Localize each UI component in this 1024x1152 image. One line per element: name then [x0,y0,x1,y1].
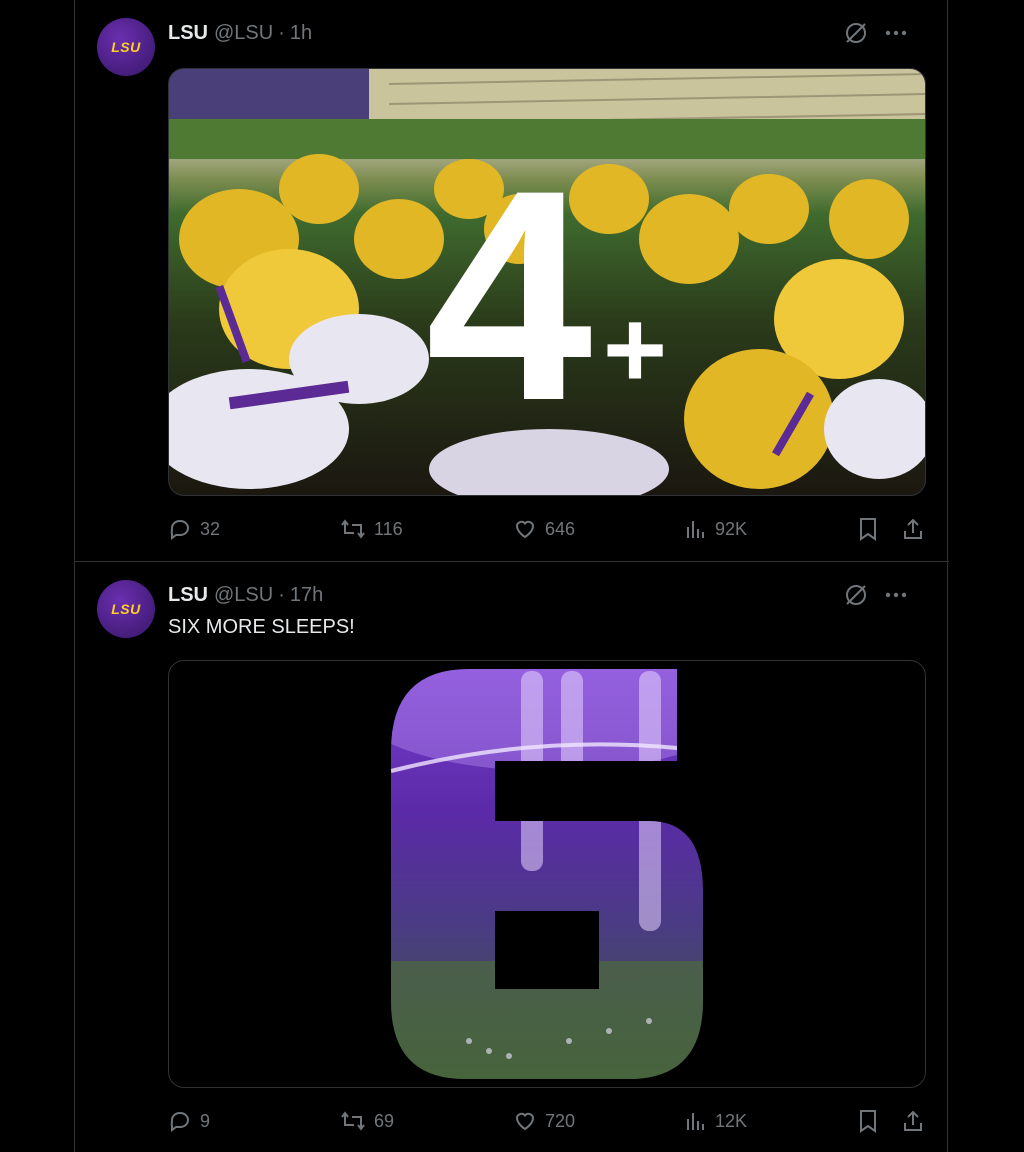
heart-icon [515,520,535,539]
tweet[interactable]: LSU LSU @LSU · 1h 4 + 32 116 646 92K [75,0,949,562]
like-count: 646 [545,518,576,539]
timeline: LSU LSU @LSU · 1h 4 + 32 116 646 92K LSU… [74,0,949,1152]
tweet-text: SIX MORE SLEEPS! [168,616,355,638]
tweet-media-image[interactable]: 4 + [168,68,926,496]
bookmark-icon [860,1110,876,1133]
grok-icon[interactable] [843,20,869,46]
header-actions [843,20,907,46]
tweet[interactable]: LSU LSU @LSU · 17h SIX MORE SLEEPS! 9 69… [75,562,949,1152]
tweet-media-image[interactable] [168,660,926,1088]
repost-icon [341,1111,365,1131]
more-options-icon[interactable] [885,592,907,598]
reply-button[interactable]: 32 [168,517,220,541]
tweet-header: LSU @LSU · 17h [168,582,929,608]
avatar-logo-text: LSU [111,601,141,617]
views-button[interactable]: 92K [685,518,747,540]
share-icon [904,518,922,539]
repost-button[interactable]: 116 [340,517,403,541]
views-count: 12K [715,1110,748,1131]
action-bar: 9 69 720 12K [168,1108,927,1134]
reply-button[interactable]: 9 [168,1109,210,1133]
separator-dot: · [278,583,285,606]
action-bar: 32 116 646 92K [168,516,927,542]
share-button[interactable] [902,517,924,541]
reply-count: 9 [200,1110,211,1131]
avatar[interactable]: LSU [97,18,155,76]
heart-icon [515,1112,535,1131]
user-handle[interactable]: @LSU [214,22,273,45]
views-icon [687,521,704,538]
display-name[interactable]: LSU [168,584,208,607]
views-count: 92K [715,518,748,539]
share-icon [904,1110,922,1131]
tweet-header: LSU @LSU · 1h [168,20,929,46]
user-handle[interactable]: @LSU [214,584,273,607]
number-six-stadium-graphic-icon [391,669,703,1079]
share-button[interactable] [902,1109,924,1133]
separator-dot: · [278,21,285,44]
views-icon [687,1113,704,1130]
overlay-suffix: + [603,288,667,411]
like-button[interactable]: 646 [513,517,575,541]
views-button[interactable]: 12K [685,1110,747,1132]
reply-icon [170,1111,190,1132]
avatar-logo-text: LSU [111,39,141,55]
bookmark-button[interactable] [858,1109,878,1133]
reply-count: 32 [200,518,221,539]
timestamp[interactable]: 17h [290,584,323,607]
like-button[interactable]: 720 [513,1109,575,1133]
avatar[interactable]: LSU [97,580,155,638]
header-actions [843,582,907,608]
more-options-icon[interactable] [885,30,907,36]
repost-icon [341,519,365,539]
reply-icon [170,519,190,540]
repost-count: 69 [374,1110,395,1131]
grok-icon[interactable] [843,582,869,608]
timestamp[interactable]: 1h [290,22,312,45]
display-name[interactable]: LSU [168,22,208,45]
football-huddle-photo-icon: 4 + [169,69,925,495]
like-count: 720 [545,1110,576,1131]
overlay-number: 4 [426,127,595,463]
repost-button[interactable]: 69 [340,1109,394,1133]
bookmark-icon [860,518,876,541]
repost-count: 116 [374,518,403,539]
bookmark-button[interactable] [858,517,878,541]
